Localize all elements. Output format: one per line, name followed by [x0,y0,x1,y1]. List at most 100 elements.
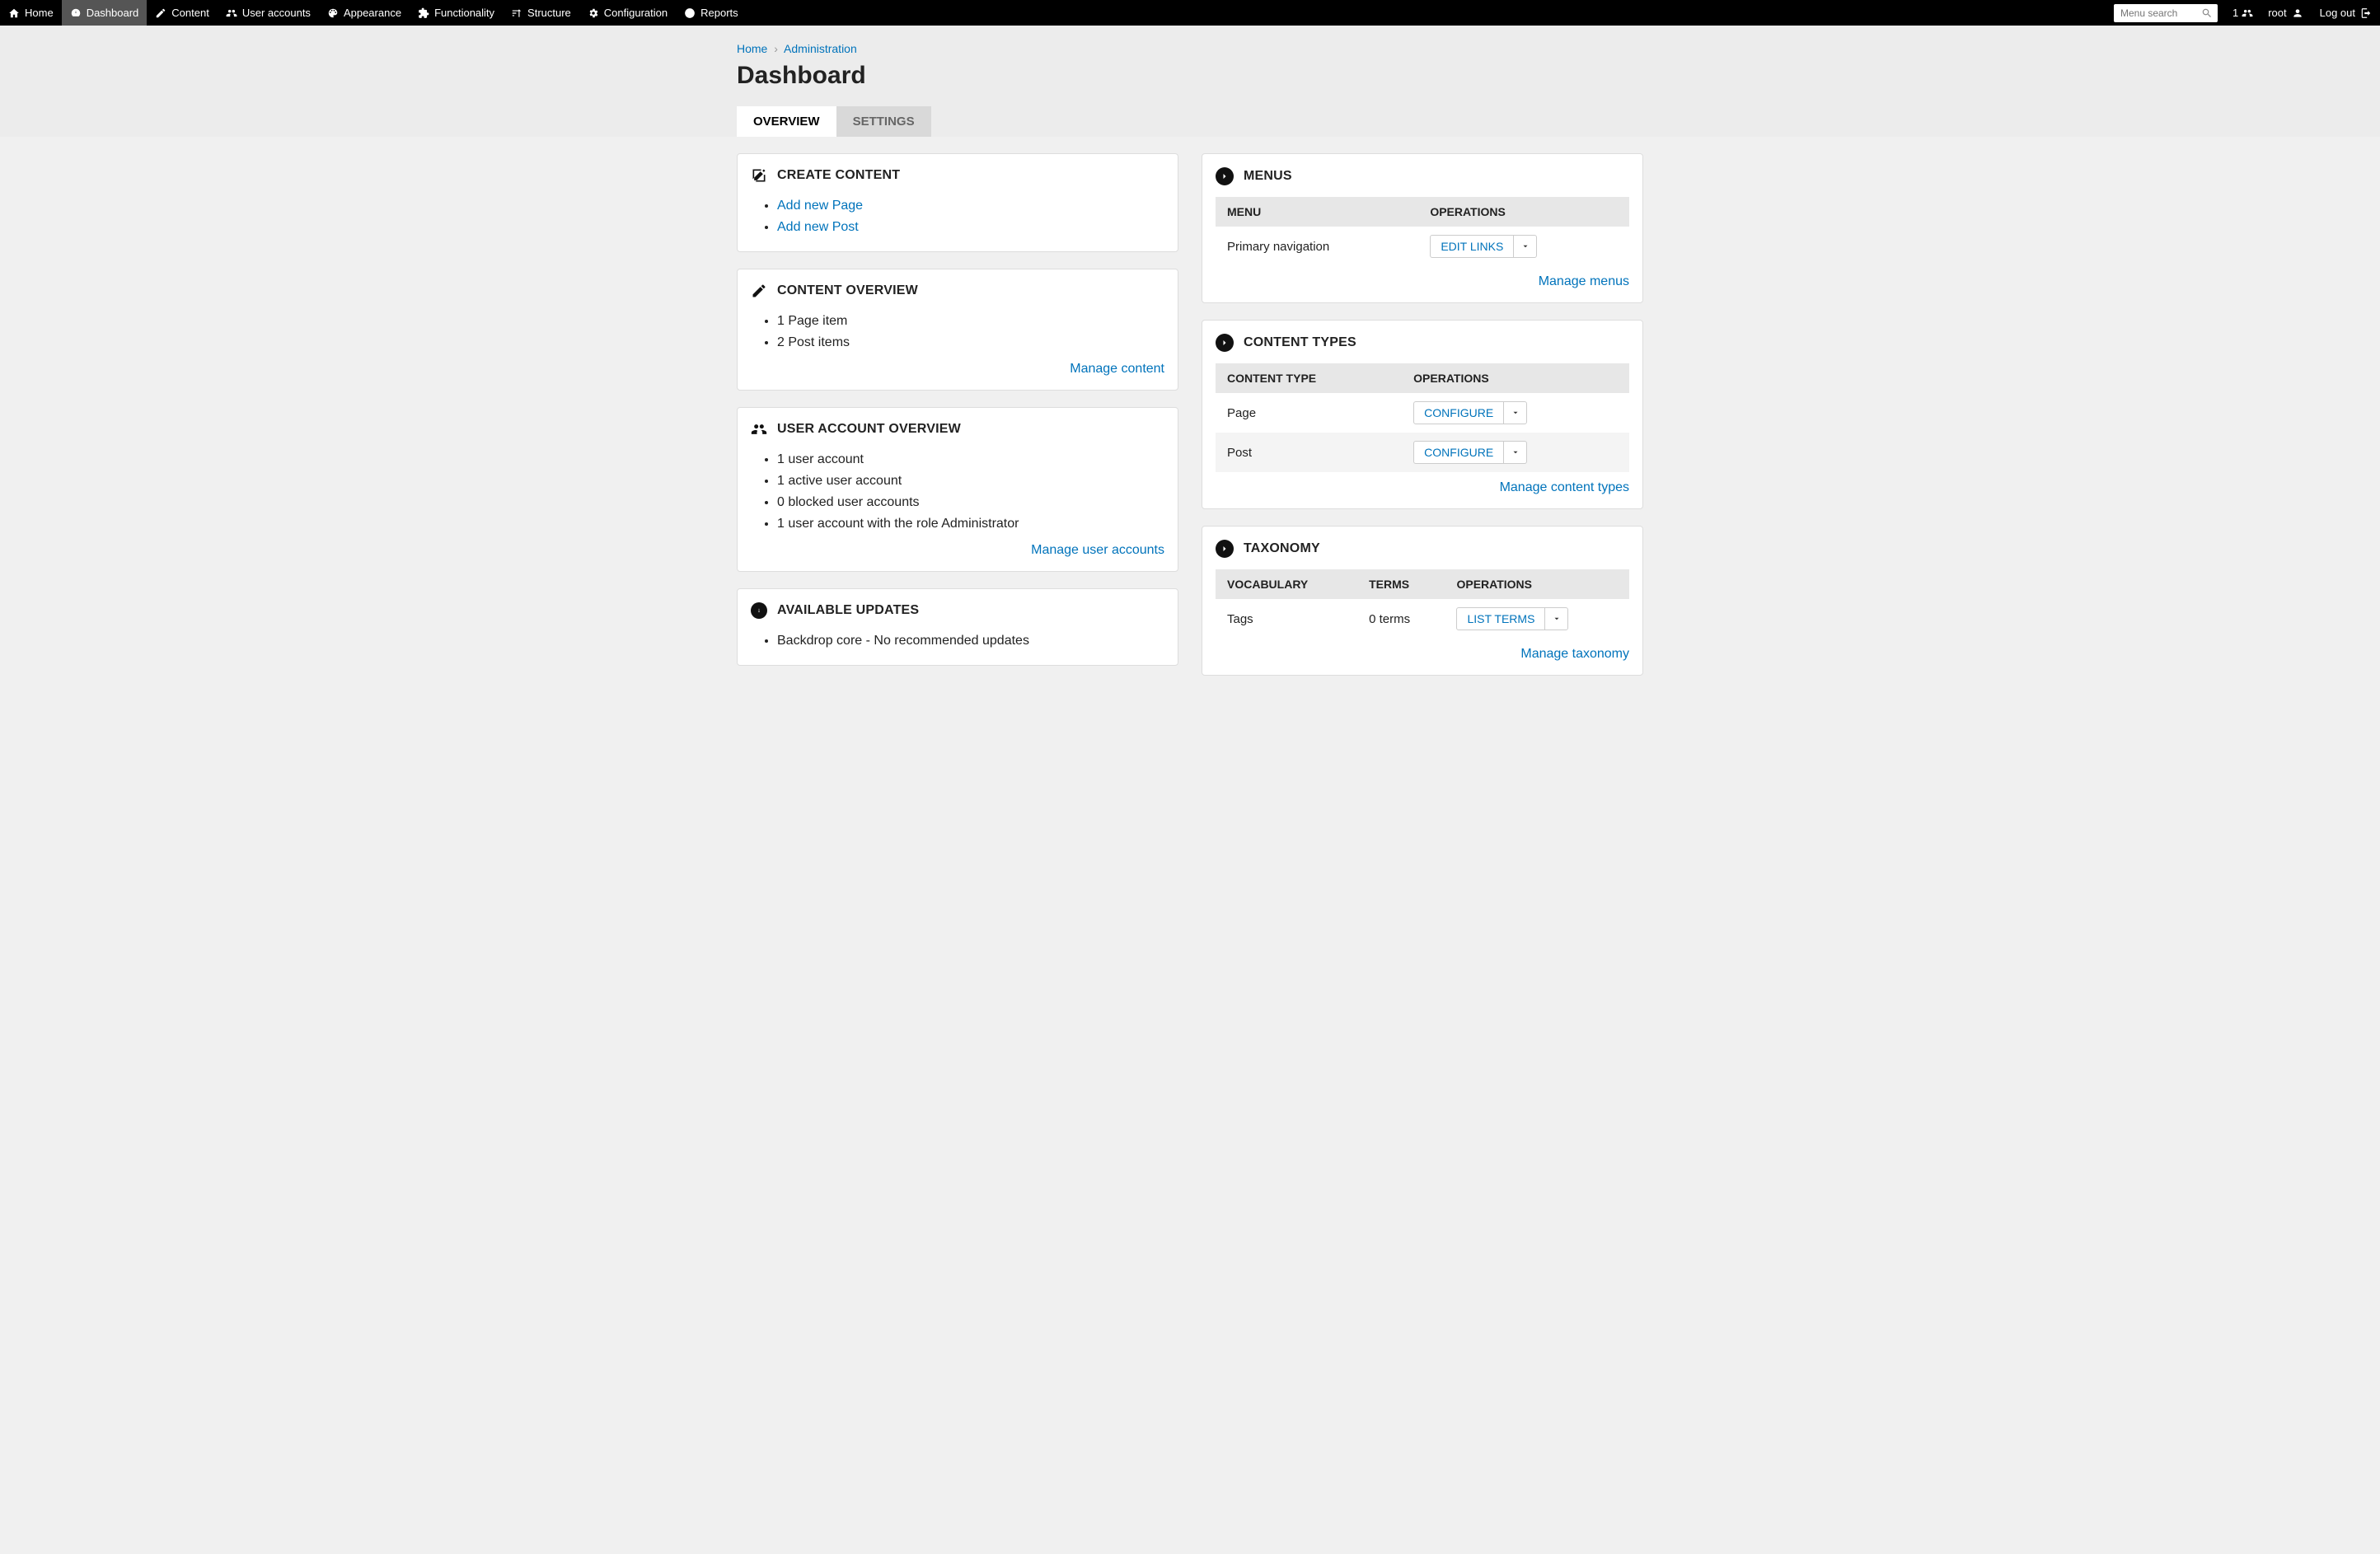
nav-configuration[interactable]: Configuration [579,0,676,26]
logout-icon [2360,7,2372,19]
dropdown-toggle[interactable] [1544,608,1567,630]
col-vocabulary: VOCABULARY [1216,569,1357,599]
chevron-right-icon [1216,167,1234,185]
col-terms: TERMS [1357,569,1445,599]
page-header: Home › Administration Dashboard OVERVIEW… [0,26,2380,137]
table-row: Page CONFIGURE [1216,393,1629,433]
menu-search-input[interactable] [2114,7,2196,19]
panel-create-content: CREATE CONTENT Add new Page Add new Post [737,153,1178,252]
nav-content[interactable]: Content [147,0,218,26]
col-content-type: CONTENT TYPE [1216,363,1402,393]
chevron-down-icon [1521,242,1530,250]
dashboard-main: CREATE CONTENT Add new Page Add new Post… [737,137,1643,709]
palette-icon [327,7,339,19]
search-icon[interactable] [2196,7,2218,19]
list-item: 1 Page item [777,311,1164,332]
users-icon [2242,7,2253,19]
current-user[interactable]: root [2260,7,2311,19]
table-row: Post CONFIGURE [1216,433,1629,472]
panel-content-overview: CONTENT OVERVIEW 1 Page item 2 Post item… [737,269,1178,391]
list-item: 2 Post items [777,332,1164,353]
dropdown-toggle[interactable] [1503,402,1526,424]
chevron-right-icon [1216,334,1234,352]
chevron-down-icon [1553,615,1561,623]
nav-functionality[interactable]: Functionality [410,0,503,26]
nav-structure[interactable]: Structure [503,0,579,26]
manage-user-accounts-link[interactable]: Manage user accounts [751,543,1164,558]
nav-reports[interactable]: Reports [676,0,747,26]
breadcrumb-administration[interactable]: Administration [784,42,857,55]
right-column: MENUS MENU OPERATIONS Primary navigation… [1202,153,1643,676]
table-row: Primary navigation EDIT LINKS [1216,227,1629,266]
table-row: Tags 0 terms LIST TERMS [1216,599,1629,639]
panel-content-types: CONTENT TYPES CONTENT TYPE OPERATIONS Pa… [1202,320,1643,509]
info-icon [684,7,696,19]
logout-link[interactable]: Log out [2312,7,2380,19]
users-icon [226,7,237,19]
operation-button: EDIT LINKS [1430,235,1537,258]
configure-button[interactable]: CONFIGURE [1414,402,1503,424]
manage-content-link[interactable]: Manage content [751,362,1164,377]
dropdown-toggle[interactable] [1503,442,1526,463]
panel-taxonomy: TAXONOMY VOCABULARY TERMS OPERATIONS Tag… [1202,526,1643,676]
puzzle-icon [418,7,429,19]
panel-menus: MENUS MENU OPERATIONS Primary navigation… [1202,153,1643,303]
breadcrumb-home[interactable]: Home [737,42,767,55]
nav-home[interactable]: Home [0,0,62,26]
user-icon [2292,7,2303,19]
nav-dashboard[interactable]: Dashboard [62,0,148,26]
edit-links-button[interactable]: EDIT LINKS [1431,236,1513,257]
chevron-down-icon [1511,409,1520,417]
list-item: 1 active user account [777,470,1164,492]
dashboard-icon [70,7,82,19]
panel-user-overview: USER ACCOUNT OVERVIEW 1 user account 1 a… [737,407,1178,572]
manage-content-types-link[interactable]: Manage content types [1216,480,1629,495]
page-tabs: OVERVIEW SETTINGS [737,106,1643,137]
pencil-icon [751,283,767,299]
manage-taxonomy-link[interactable]: Manage taxonomy [1216,647,1629,662]
nav-user-accounts[interactable]: User accounts [218,0,319,26]
chevron-right-icon: › [771,42,781,55]
list-terms-button[interactable]: LIST TERMS [1457,608,1544,630]
user-count-badge[interactable]: 1 [2226,7,2260,19]
sort-icon [511,7,522,19]
col-operations: OPERATIONS [1445,569,1629,599]
add-new-post-link[interactable]: Add new Post [777,220,859,234]
list-item: Add new Post [777,217,1164,238]
info-icon [751,602,767,619]
list-item: Add new Page [777,195,1164,217]
home-icon [8,7,20,19]
list-item: 1 user account with the role Administrat… [777,513,1164,535]
manage-menus-link[interactable]: Manage menus [1216,274,1629,289]
panel-available-updates: AVAILABLE UPDATES Backdrop core - No rec… [737,588,1178,666]
edit-square-icon [751,167,767,184]
operation-button: CONFIGURE [1413,441,1527,464]
col-operations: OPERATIONS [1402,363,1629,393]
add-new-page-link[interactable]: Add new Page [777,199,863,213]
pencil-icon [155,7,166,19]
operation-button: LIST TERMS [1456,607,1568,630]
admin-toolbar: Home Dashboard Content User accounts App… [0,0,2380,26]
dropdown-toggle[interactable] [1513,236,1536,257]
menu-search [2114,4,2218,22]
tab-settings[interactable]: SETTINGS [836,106,931,137]
col-menu: MENU [1216,197,1418,227]
vocabulary-name: Tags [1216,599,1357,639]
gear-icon [588,7,599,19]
menu-name: Primary navigation [1216,227,1418,266]
breadcrumb: Home › Administration [737,42,1643,55]
list-item: 1 user account [777,449,1164,470]
operation-button: CONFIGURE [1413,401,1527,424]
users-icon [751,421,767,438]
content-type-name: Page [1216,393,1402,433]
col-operations: OPERATIONS [1418,197,1629,227]
nav-appearance[interactable]: Appearance [319,0,410,26]
list-item: 0 blocked user accounts [777,492,1164,513]
page-title: Dashboard [737,62,1643,90]
term-count: 0 terms [1357,599,1445,639]
left-column: CREATE CONTENT Add new Page Add new Post… [737,153,1178,666]
tab-overview[interactable]: OVERVIEW [737,106,836,137]
configure-button[interactable]: CONFIGURE [1414,442,1503,463]
chevron-right-icon [1216,540,1234,558]
content-type-name: Post [1216,433,1402,472]
